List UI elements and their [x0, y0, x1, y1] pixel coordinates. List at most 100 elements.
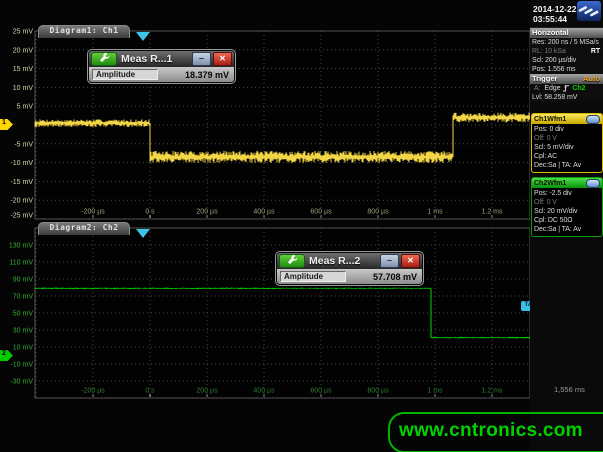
rohde-schwarz-logo: [577, 1, 601, 26]
ch2-scale: Scl: 20 mV/div: [532, 207, 602, 216]
meas2-param-label: Amplitude: [280, 271, 346, 282]
x-axis-label: 600 µs: [310, 209, 332, 216]
x-axis-label: 200 µs: [196, 388, 218, 395]
tab-diagram1-ch1[interactable]: Diagram1: Ch1: [38, 25, 130, 38]
x-axis-label: 200 µs: [196, 209, 218, 216]
trigger-mode: Auto: [583, 74, 600, 84]
x-axis-label: 0 s: [145, 388, 155, 395]
trigger-panel[interactable]: Trigger Auto A: Edge Ch2 Lvl: 58.258 mV: [530, 74, 603, 102]
meas2-settings-button[interactable]: [279, 254, 305, 268]
horizontal-panel[interactable]: Horizontal Res: 200 ns / 5 MSa/s RL: 10 …: [530, 28, 603, 74]
meas1-close-button[interactable]: ✕: [213, 52, 232, 66]
y-axis-label: 70 mV: [13, 294, 34, 301]
meas1-param-label: Amplitude: [92, 69, 158, 80]
meas1-body: Amplitude 18.379 mV: [89, 67, 234, 82]
meas1-titlebar[interactable]: Meas R...1 – ✕: [89, 51, 234, 67]
meas2-body: Amplitude 57.708 mV: [277, 269, 422, 284]
trigger-panel-title: Trigger: [532, 74, 557, 84]
y-axis-label: 10 mV: [13, 345, 34, 352]
meas2-close-button[interactable]: ✕: [401, 254, 420, 268]
horizontal-resolution: Res: 200 ns / 5 MSa/s: [530, 38, 603, 47]
status-sidebar: 2014-12-22 03:55:44 Horizonta: [530, 0, 603, 452]
meas1-minimize-button[interactable]: –: [192, 52, 211, 66]
y-axis-label: 5 mV: [17, 104, 34, 111]
date-label: 2014-12-22: [533, 4, 577, 14]
ch2wfm1-panel[interactable]: Ch2Wfm1 Pos: -2.5 div Off: 0 V Scl: 20 m…: [531, 177, 603, 237]
y-axis-label: 15 mV: [13, 66, 34, 73]
horizontal-scale: Scl: 200 µs/div: [530, 56, 603, 65]
meas1-title: Meas R...1: [119, 53, 190, 65]
ch1-scale: Scl: 5 mV/div: [532, 143, 602, 152]
ch1wfm1-panel[interactable]: Ch1Wfm1 Pos: 0 div Off: 0 V Scl: 5 mV/di…: [531, 113, 603, 173]
y-axis-label: 30 mV: [13, 328, 34, 335]
oscilloscope-screen: 25 mV 20 mV 15 mV 10 mV 5 mV -5 mV -10 mV -15 m…: [0, 0, 603, 452]
x-axis-label: 1.2 ms: [481, 388, 503, 395]
x-axis-label: -200 µs: [81, 388, 105, 395]
y-axis-label: 50 mV: [13, 311, 34, 318]
x-axis-label: 1 ms: [427, 209, 443, 216]
x-axis-label: -200 µs: [81, 209, 105, 216]
ch1-position: Pos: 0 div: [532, 125, 602, 134]
y-axis-label: -25 mV: [10, 213, 33, 220]
meas1-value: 18.379 mV: [162, 70, 231, 80]
wrench-icon: [287, 252, 298, 270]
tab-diagram2-ch2[interactable]: Diagram2: Ch2: [38, 222, 130, 235]
watermark-stamp: www.cntronics.com: [388, 412, 603, 452]
time-label: 03:55:44: [533, 14, 577, 24]
trigger-type: Edge: [544, 85, 560, 92]
meas-result-window-2[interactable]: Meas R...2 – ✕ Amplitude 57.708 mV: [276, 252, 423, 285]
waveform-plots: 25 mV 20 mV 15 mV 10 mV 5 mV -5 mV -10 mV -15 m…: [0, 0, 540, 412]
x-axis-label: 0 s: [145, 209, 155, 216]
ch2-offset: Off: 0 V: [532, 198, 602, 207]
y-axis-label: -30 mV: [10, 379, 33, 386]
y-axis-label: -20 mV: [10, 198, 33, 205]
x-axis-label: 400 µs: [253, 209, 275, 216]
horizontal-position: Pos: 1.556 ms: [530, 65, 603, 74]
x-axis-label: 800 µs: [367, 209, 389, 216]
minimize-pill-icon[interactable]: [586, 115, 600, 124]
y-axis-label: -10 mV: [10, 362, 33, 369]
meas2-title: Meas R...2: [307, 255, 378, 267]
ch2wfm1-title: Ch2Wfm1: [534, 180, 586, 187]
watermark-text: www.cntronics.com: [399, 420, 603, 442]
y-axis-label: -15 mV: [10, 179, 33, 186]
trigger-position-marker-icon[interactable]: [136, 32, 150, 41]
meas1-settings-button[interactable]: [91, 52, 117, 66]
ch2-position: Pos: -2.5 div: [532, 189, 602, 198]
y-axis-label: 25 mV: [13, 29, 34, 36]
x-axis-label: 1 ms: [427, 388, 443, 395]
datetime-box: 2014-12-22 03:55:44: [530, 0, 603, 28]
meas2-titlebar[interactable]: Meas R...2 – ✕: [277, 253, 422, 269]
minimize-pill-icon[interactable]: [586, 179, 600, 188]
horizontal-record-length: RL: 10 kSa: [532, 48, 566, 55]
ch1-coupling: Cpl: AC: [532, 152, 602, 161]
x-axis-label: 400 µs: [253, 388, 275, 395]
realtime-badge: RT: [591, 48, 600, 55]
ch1-offset: Off: 0 V: [532, 134, 602, 143]
y-axis-label: -5 mV: [14, 141, 33, 148]
ch2-decimation: Dec:Sa | TA: Av: [532, 225, 602, 234]
meas2-value: 57.708 mV: [350, 272, 419, 282]
meas2-minimize-button[interactable]: –: [380, 254, 399, 268]
ch1-decimation: Dec:Sa | TA: Av: [532, 161, 602, 170]
ch1wfm1-title: Ch1Wfm1: [534, 116, 586, 123]
trigger-level: Lvl: 58.258 mV: [530, 93, 603, 102]
y-axis-label: 110 mV: [9, 260, 33, 267]
y-axis-label: 130 mV: [9, 243, 33, 250]
y-axis-label: 20 mV: [13, 47, 34, 54]
y-axis-label: 10 mV: [13, 85, 34, 92]
horizontal-panel-title: Horizontal: [532, 28, 569, 38]
x-axis-label: 800 µs: [367, 388, 389, 395]
trigger-position-marker-icon[interactable]: [136, 229, 150, 238]
ch2-coupling: Cpl: DC 50Ω: [532, 216, 602, 225]
rising-edge-icon: [562, 84, 570, 94]
meas-result-window-1[interactable]: Meas R...1 – ✕ Amplitude 18.379 mV: [88, 50, 235, 83]
trigger-a-label: A:: [534, 85, 540, 92]
trigger-source: Ch2: [572, 85, 585, 92]
x-axis-label: 600 µs: [310, 388, 332, 395]
wrench-icon: [99, 50, 110, 68]
y-axis-label: -10 mV: [10, 160, 33, 167]
y-axis-label: 90 mV: [13, 277, 34, 284]
x-axis-label: 1.2 ms: [481, 209, 503, 216]
right-edge-time-label: 1,556 ms: [554, 385, 585, 394]
